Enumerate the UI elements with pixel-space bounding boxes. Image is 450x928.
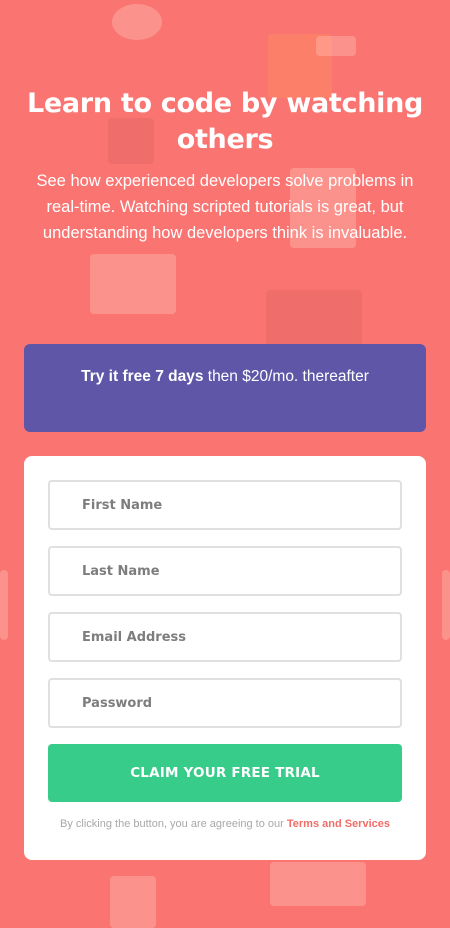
trial-offer-banner: Try it free 7 days then $20/mo. thereaft… <box>24 344 426 432</box>
last-name-input[interactable] <box>82 563 400 579</box>
last-name-field-wrapper <box>48 546 402 596</box>
password-field-wrapper <box>48 678 402 728</box>
page-title: Learn to code by watching others <box>26 88 424 155</box>
terms-notice: By clicking the button, you are agreeing… <box>48 814 402 835</box>
terms-link[interactable]: Terms and Services <box>287 818 390 830</box>
notepad-illustration <box>90 254 176 314</box>
hero-section: Learn to code by watching others See how… <box>20 86 430 246</box>
first-name-input[interactable] <box>82 497 400 513</box>
arrow-illustration <box>316 36 356 56</box>
network-illustration <box>112 4 162 40</box>
edge-illustration-left <box>0 570 8 640</box>
offer-highlight: Try it free 7 days <box>81 368 204 385</box>
password-input[interactable] <box>82 695 400 711</box>
first-name-field-wrapper <box>48 480 402 530</box>
browser-illustration <box>266 290 362 346</box>
phone-illustration <box>110 876 156 928</box>
email-field-wrapper <box>48 612 402 662</box>
signup-form: CLAIM YOUR FREE TRIAL By clicking the bu… <box>24 456 426 860</box>
page-subtitle: See how experienced developers solve pro… <box>36 172 414 242</box>
offer-details: then $20/mo. thereafter <box>203 368 369 385</box>
claim-free-trial-button[interactable]: CLAIM YOUR FREE TRIAL <box>48 744 402 802</box>
email-input[interactable] <box>82 629 400 645</box>
edge-illustration-right <box>442 570 450 640</box>
table-illustration <box>270 862 366 906</box>
terms-text: By clicking the button, you are agreeing… <box>60 818 287 830</box>
